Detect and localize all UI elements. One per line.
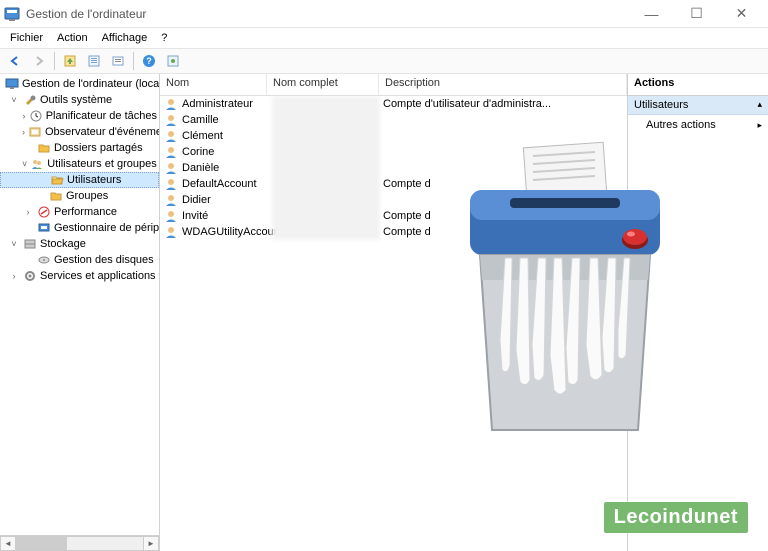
- scroll-thumb[interactable]: [16, 537, 67, 550]
- back-button[interactable]: [4, 50, 26, 72]
- menubar: Fichier Action Affichage ?: [0, 28, 768, 48]
- tree-users[interactable]: Utilisateurs: [0, 172, 159, 188]
- user-icon: [164, 209, 178, 223]
- user-name: Administrateur: [182, 98, 253, 110]
- folder-icon: [49, 189, 63, 203]
- expander-icon[interactable]: ›: [8, 270, 20, 282]
- actions-more[interactable]: Autres actions ▸: [628, 115, 768, 135]
- user-icon: [164, 193, 178, 207]
- scroll-track[interactable]: [16, 536, 143, 551]
- app-icon: [4, 6, 20, 22]
- tools-icon: [23, 93, 37, 107]
- users-icon: [30, 157, 44, 171]
- toolbar: ?: [0, 48, 768, 74]
- user-icon: [164, 225, 178, 239]
- toolbar-separator: [133, 52, 134, 70]
- actions-header: Actions: [628, 74, 768, 96]
- folder-open-icon: [50, 173, 64, 187]
- properties-button[interactable]: [83, 50, 105, 72]
- clock-icon: [29, 109, 43, 123]
- titlebar: Gestion de l'ordinateur — ☐ ✕: [0, 0, 768, 28]
- tree-disk-mgmt[interactable]: Gestion des disques: [0, 252, 159, 268]
- user-icon: [164, 97, 178, 111]
- user-name: Clément: [182, 130, 223, 142]
- minimize-button[interactable]: —: [629, 0, 674, 28]
- maximize-button[interactable]: ☐: [674, 0, 719, 28]
- services-icon: [23, 269, 37, 283]
- help-button[interactable]: ?: [138, 50, 160, 72]
- actions-group[interactable]: Utilisateurs ▴: [628, 96, 768, 115]
- tree[interactable]: Gestion de l'ordinateur (local) ˅ Outils…: [0, 74, 159, 535]
- expander-icon[interactable]: ˅: [8, 94, 20, 106]
- up-button[interactable]: [59, 50, 81, 72]
- expander-icon[interactable]: ˅: [8, 238, 20, 250]
- user-icon: [164, 145, 178, 159]
- tree-system-tools[interactable]: ˅ Outils système: [0, 92, 159, 108]
- scroll-left-icon[interactable]: ◄: [0, 536, 16, 551]
- device-icon: [37, 221, 51, 235]
- toolbar-separator: [54, 52, 55, 70]
- storage-icon: [23, 237, 37, 251]
- user-icon: [164, 129, 178, 143]
- expander-icon[interactable]: ›: [22, 126, 25, 138]
- tree-performance[interactable]: › Performance: [0, 204, 159, 220]
- expander-icon[interactable]: ›: [22, 206, 34, 218]
- menu-help[interactable]: ?: [155, 30, 173, 46]
- tree-root[interactable]: Gestion de l'ordinateur (local): [0, 76, 159, 92]
- list-item[interactable]: Camille: [160, 112, 627, 128]
- folder-icon: [37, 141, 51, 155]
- event-icon: [28, 125, 42, 139]
- user-name: Corine: [182, 146, 214, 158]
- column-fullname[interactable]: Nom complet: [267, 74, 379, 95]
- list-item[interactable]: Administrateur Compte d'utilisateur d'adm…: [160, 96, 627, 112]
- actions-more-label: Autres actions: [646, 119, 716, 131]
- tree-storage[interactable]: ˅ Stockage: [0, 236, 159, 252]
- tree-task-scheduler[interactable]: › Planificateur de tâches: [0, 108, 159, 124]
- tree-users-groups[interactable]: ˅ Utilisateurs et groupes locaux: [0, 156, 159, 172]
- tree-panel: Gestion de l'ordinateur (local) ˅ Outils…: [0, 74, 160, 551]
- window-controls: — ☐ ✕: [629, 0, 764, 28]
- svg-text:?: ?: [146, 56, 152, 66]
- computer-icon: [5, 77, 19, 91]
- user-name: Invité: [182, 210, 208, 222]
- tree-device-manager[interactable]: Gestionnaire de périphériques: [0, 220, 159, 236]
- close-button[interactable]: ✕: [719, 0, 764, 28]
- list-header: Nom Nom complet Description: [160, 74, 627, 96]
- forward-button[interactable]: [28, 50, 50, 72]
- column-description[interactable]: Description: [379, 74, 627, 95]
- menu-file[interactable]: Fichier: [4, 30, 49, 46]
- user-icon: [164, 177, 178, 191]
- tree-groups[interactable]: Groupes: [0, 188, 159, 204]
- tree-hscrollbar[interactable]: ◄ ►: [0, 535, 159, 551]
- menu-view[interactable]: Affichage: [96, 30, 154, 46]
- user-name: Camille: [182, 114, 219, 126]
- user-description: Compte d'utilisateur d'administra...: [379, 98, 627, 110]
- export-button[interactable]: [107, 50, 129, 72]
- scroll-right-icon[interactable]: ►: [143, 536, 159, 551]
- redacted-area: [272, 96, 380, 240]
- performance-icon: [37, 205, 51, 219]
- user-icon: [164, 161, 178, 175]
- watermark: Lecoindunet: [604, 502, 748, 533]
- disk-icon: [37, 253, 51, 267]
- tree-shared-folders[interactable]: Dossiers partagés: [0, 140, 159, 156]
- tree-event-viewer[interactable]: › Observateur d'événements: [0, 124, 159, 140]
- user-name: Danièle: [182, 162, 219, 174]
- menu-action[interactable]: Action: [51, 30, 94, 46]
- user-icon: [164, 113, 178, 127]
- window-title: Gestion de l'ordinateur: [26, 7, 629, 21]
- shredder-illustration: [440, 140, 680, 440]
- user-name: DefaultAccount: [182, 178, 257, 190]
- refresh-button[interactable]: [162, 50, 184, 72]
- user-name: Didier: [182, 194, 211, 206]
- expander-icon[interactable]: ›: [22, 110, 26, 122]
- column-name[interactable]: Nom: [160, 74, 267, 95]
- collapse-icon[interactable]: ▴: [757, 99, 762, 110]
- tree-services[interactable]: › Services et applications: [0, 268, 159, 284]
- submenu-icon: ▸: [757, 120, 762, 131]
- expander-icon[interactable]: ˅: [22, 158, 27, 170]
- actions-group-label: Utilisateurs: [634, 99, 688, 111]
- user-name: WDAGUtilityAccount: [182, 226, 283, 238]
